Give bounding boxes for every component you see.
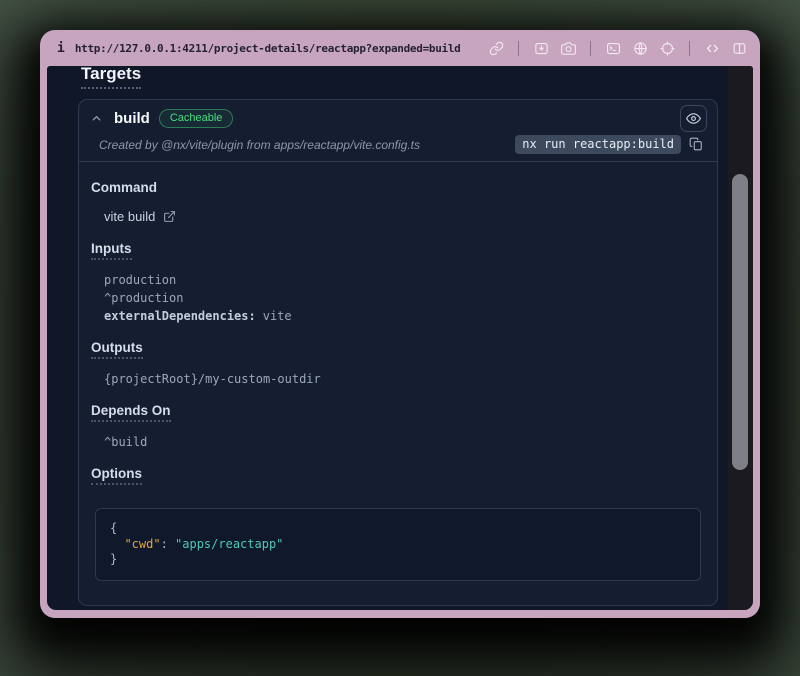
link-icon[interactable]	[488, 40, 504, 56]
command-value: vite build	[104, 208, 155, 226]
options-json-block: { "cwd": "apps/reactapp" }	[95, 508, 701, 581]
toolbar-separator	[590, 41, 591, 56]
crosshair-icon[interactable]	[659, 40, 675, 56]
input-item: ^production	[104, 289, 705, 307]
toolbar-actions	[488, 40, 747, 56]
url-text[interactable]: http://127.0.0.1:4211/project-details/re…	[75, 42, 461, 55]
build-card-header[interactable]: build Cacheable	[79, 100, 717, 134]
scrollbar-thumb[interactable]	[732, 174, 748, 470]
browser-toolbar: i http://127.0.0.1:4211/project-details/…	[40, 30, 760, 66]
cacheable-badge: Cacheable	[159, 109, 234, 128]
external-link-icon[interactable]	[163, 210, 177, 224]
code-icon[interactable]	[704, 40, 720, 56]
options-label[interactable]: Options	[91, 466, 142, 485]
json-open-brace: {	[110, 521, 117, 535]
info-icon[interactable]: i	[57, 41, 65, 56]
depends-on-item: ^build	[104, 433, 705, 451]
globe-icon[interactable]	[632, 40, 648, 56]
output-item: {projectRoot}/my-custom-outdir	[104, 370, 705, 388]
page-content: Targets build Cacheable Created by @nx/v…	[47, 66, 753, 610]
options-section: Options { "cwd": "apps/reactapp" }	[91, 465, 705, 581]
depends-on-section: Depends On ^build	[91, 402, 705, 451]
target-card-build: build Cacheable Created by @nx/vite/plug…	[78, 99, 718, 606]
chevron-up-icon[interactable]	[87, 109, 105, 127]
input-item: production	[104, 271, 705, 289]
toolbar-separator	[689, 41, 690, 56]
run-command-chip: nx run reactapp:build	[515, 135, 681, 154]
download-icon[interactable]	[533, 40, 549, 56]
build-card-subheader: Created by @nx/vite/plugin from apps/rea…	[79, 134, 717, 162]
input-item: externalDependencies:vite	[104, 307, 705, 325]
copy-icon[interactable]	[689, 137, 705, 153]
camera-icon[interactable]	[560, 40, 576, 56]
target-name: build	[114, 110, 150, 127]
outputs-section: Outputs {projectRoot}/my-custom-outdir	[91, 339, 705, 388]
json-key-cwd: "cwd"	[124, 537, 160, 551]
view-target-button[interactable]	[680, 105, 707, 132]
depends-on-label[interactable]: Depends On	[91, 403, 171, 422]
scrollbar-track[interactable]	[728, 66, 753, 610]
browser-window: i http://127.0.0.1:4211/project-details/…	[40, 30, 760, 618]
terminal-icon[interactable]	[605, 40, 621, 56]
command-label: Command	[91, 180, 157, 195]
split-view-icon[interactable]	[731, 40, 747, 56]
build-card-body: Command vite build Inputs	[79, 162, 717, 605]
inputs-section: Inputs production ^production externalDe…	[91, 240, 705, 325]
toolbar-separator	[518, 41, 519, 56]
created-by-text: Created by @nx/vite/plugin from apps/rea…	[99, 138, 420, 152]
inputs-label[interactable]: Inputs	[91, 241, 132, 260]
outputs-label[interactable]: Outputs	[91, 340, 143, 359]
json-close-brace: }	[110, 552, 117, 566]
page-title[interactable]: Targets	[81, 66, 141, 89]
command-section: Command vite build	[91, 179, 705, 226]
json-value-cwd: "apps/reactapp"	[175, 537, 283, 551]
